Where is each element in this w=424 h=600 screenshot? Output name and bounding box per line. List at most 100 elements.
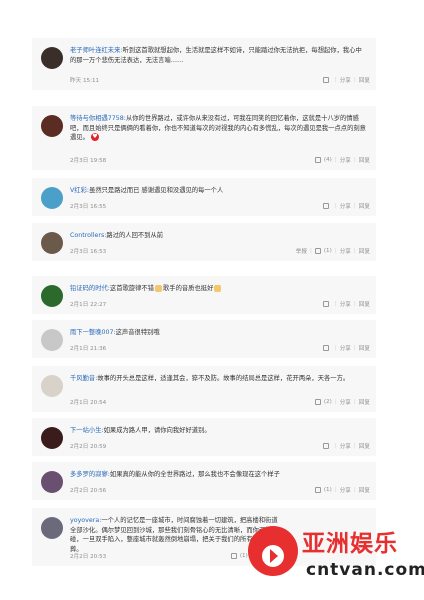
play-logo-icon [248, 526, 298, 576]
reply-link[interactable]: 回复 [359, 202, 370, 210]
like-icon[interactable] [230, 553, 237, 559]
reply-link[interactable]: 回复 [359, 247, 370, 255]
divider: | [353, 248, 356, 254]
avatar[interactable] [41, 47, 63, 69]
reply-link[interactable]: 回复 [359, 76, 370, 84]
like-icon[interactable] [322, 345, 329, 351]
divider: | [353, 487, 356, 493]
comment-body: 多多罗的寂寥:如果真的能从你的全世界路过，那么我也不会像现在这个样子 [70, 470, 368, 480]
divider: | [334, 248, 337, 254]
share-link[interactable]: 分享 [340, 156, 351, 164]
like-icon[interactable] [314, 487, 321, 493]
timestamp: 2月1日 22:27 [70, 302, 107, 308]
timestamp: 2月2日 20:59 [70, 444, 107, 450]
avatar[interactable] [41, 232, 63, 254]
username-link[interactable]: 等待与你相遇7758: [70, 115, 126, 122]
avatar[interactable] [41, 115, 63, 137]
comment-text-2: 歌手的音质也挺好 [162, 285, 214, 292]
comment-text: 路过的人回不到从前 [106, 232, 164, 239]
divider: | [353, 443, 356, 449]
comment-item: 下一站小生:如果成为路人甲，请你向我好好道别。 2月2日 20:59 | 分享 … [32, 418, 376, 456]
username-link[interactable]: 下一站小生: [70, 427, 104, 434]
timestamp: 2月1日 21:36 [70, 346, 107, 352]
avatar[interactable] [41, 471, 63, 493]
brand-name-cn: 亚洲娱乐 [302, 531, 398, 557]
like-icon[interactable] [322, 443, 329, 449]
comment-text: 这首歌旋律不错 [109, 285, 154, 292]
timestamp: 2月1日 20:54 [70, 400, 107, 406]
divider: | [353, 77, 356, 83]
reply-link[interactable]: 回复 [359, 486, 370, 494]
like-icon[interactable] [314, 248, 321, 254]
divider: | [353, 301, 356, 307]
comment-item: 等待与你相遇7758:从你的世界路过，或许你从来没有过，可我在同笑的回忆着你，这… [32, 106, 376, 170]
comment-body: 老子师叶连红未来:听到这首歌就想起你，生活就是这样不如诗，只能踏过你无法抗拒，每… [70, 46, 368, 65]
username-link[interactable]: V红彩: [70, 187, 89, 194]
divider: | [334, 443, 337, 449]
thumbs-up-icon [214, 284, 222, 292]
avatar[interactable] [41, 187, 63, 209]
like-icon[interactable] [322, 77, 329, 83]
comment-text: 故事的开头总是这样，适逢其会，猝不及防。故事的结局总是这样，花开两朵，天各一方。 [97, 375, 350, 382]
report-link[interactable]: 举报 [296, 247, 307, 255]
username-link[interactable]: 多多罗的寂寥: [70, 471, 110, 478]
like-icon[interactable] [314, 157, 321, 163]
comment-actions: | 分享 | 回复 [322, 442, 370, 450]
divider: | [334, 203, 337, 209]
divider: | [334, 345, 337, 351]
brand-domain: cntvan.com [306, 560, 424, 580]
comment-item: Controllers:路过的人回不到从前 2月3日 16:53 举报 | (1… [32, 223, 376, 261]
comment-body: 千风勤音:故事的开头总是这样，适逢其会，猝不及防。故事的结局总是这样，花开两朵，… [70, 374, 368, 384]
comment-actions: (2) | 分享 | 回复 [314, 398, 370, 406]
divider: | [353, 345, 356, 351]
comment-item: 雨下一整晚007:这声音很特别哦 2月1日 21:36 | 分享 | 回复 [32, 320, 376, 358]
comment-actions: 举报 | (1) | 分享 | 回复 [296, 247, 370, 255]
like-icon[interactable] [322, 301, 329, 307]
avatar[interactable] [41, 285, 63, 307]
comment-text: 如果成为路人甲，请你向我好好道别。 [103, 427, 211, 434]
like-count: (2) [323, 399, 332, 405]
share-link[interactable]: 分享 [340, 398, 351, 406]
comment-body: 等待与你相遇7758:从你的世界路过，或许你从来没有过，可我在同笑的回忆着你，这… [70, 114, 368, 143]
reply-link[interactable]: 回复 [359, 344, 370, 352]
share-link[interactable]: 分享 [340, 344, 351, 352]
like-icon[interactable] [314, 399, 321, 405]
comment-body: 雨下一整晚007:这声音很特别哦 [70, 328, 368, 338]
comment-body: 下一站小生:如果成为路人甲，请你向我好好道别。 [70, 426, 368, 436]
timestamp: 昨天 15:11 [70, 78, 100, 84]
username-link[interactable]: 铅证码的时代: [70, 285, 110, 292]
heart-emoji-icon: ♥ [90, 133, 99, 142]
username-link[interactable]: 雨下一整晚007: [70, 329, 116, 336]
reply-link[interactable]: 回复 [359, 156, 370, 164]
username-link[interactable]: Controllers: [70, 232, 106, 239]
comment-actions: (1) | 分享 | 回复 [314, 486, 370, 494]
comment-actions: | 分享 | 回复 [322, 76, 370, 84]
reply-link[interactable]: 回复 [359, 398, 370, 406]
avatar[interactable] [41, 517, 63, 539]
comment-actions: | 分享 | 回复 [322, 300, 370, 308]
share-link[interactable]: 分享 [340, 442, 351, 450]
share-link[interactable]: 分享 [340, 247, 351, 255]
username-link[interactable]: 千风勤音: [70, 375, 97, 382]
reply-link[interactable]: 回复 [359, 442, 370, 450]
username-link[interactable]: yoyovera: [70, 517, 101, 524]
like-count: (1) [323, 248, 332, 254]
comment-item: 千风勤音:故事的开头总是这样，适逢其会，猝不及防。故事的结局总是这样，花开两朵，… [32, 366, 376, 412]
like-icon[interactable] [322, 203, 329, 209]
share-link[interactable]: 分享 [340, 300, 351, 308]
reply-link[interactable]: 回复 [359, 300, 370, 308]
avatar[interactable] [41, 427, 63, 449]
divider: | [353, 157, 356, 163]
share-link[interactable]: 分享 [340, 202, 351, 210]
share-link[interactable]: 分享 [340, 76, 351, 84]
avatar[interactable] [41, 375, 63, 397]
comment-item: 多多罗的寂寥:如果真的能从你的全世界路过，那么我也不会像现在这个样子 2月2日 … [32, 462, 376, 500]
avatar[interactable] [41, 329, 63, 351]
share-link[interactable]: 分享 [340, 486, 351, 494]
comment-text: 这声音很特别哦 [115, 329, 160, 336]
comment-item: 老子师叶连红未来:听到这首歌就想起你，生活就是这样不如诗，只能踏过你无法抗拒，每… [32, 38, 376, 90]
timestamp: 2月2日 20:53 [70, 554, 107, 560]
divider: | [353, 203, 356, 209]
like-count: (1) [323, 487, 332, 493]
username-link[interactable]: 老子师叶连红未来: [70, 47, 123, 54]
